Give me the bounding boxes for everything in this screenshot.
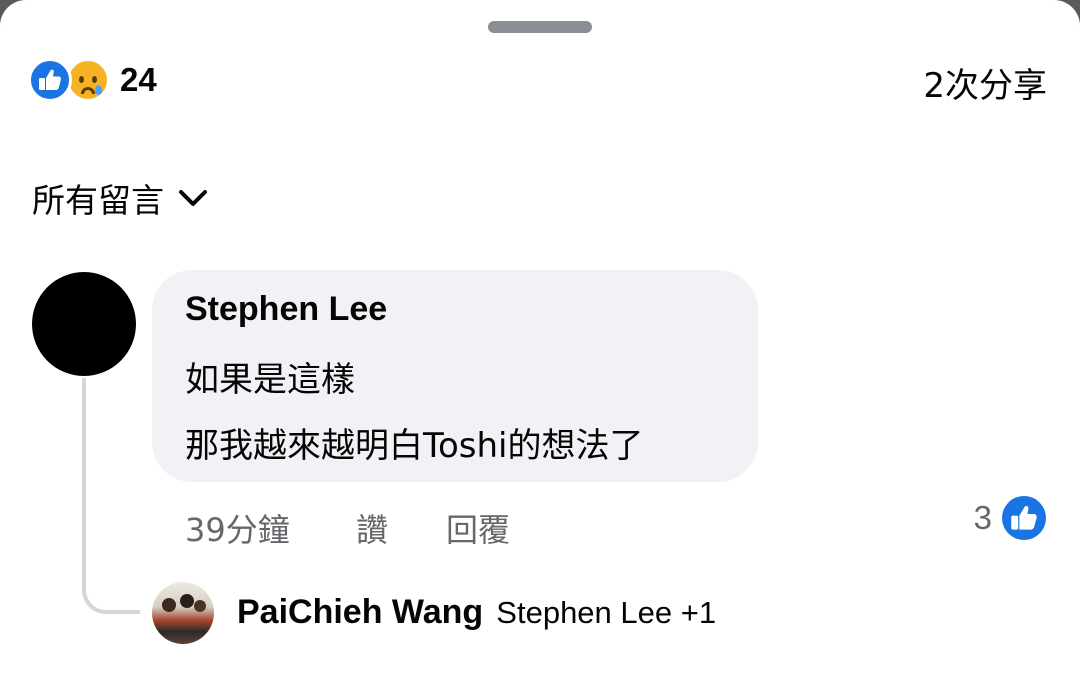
comment-filter-label: 所有留言 — [32, 181, 164, 220]
drag-handle[interactable] — [488, 21, 592, 33]
share-count[interactable]: 2次分享 — [923, 58, 1047, 107]
reply-author-avatar[interactable] — [152, 582, 214, 644]
like-button[interactable]: 讚 — [356, 505, 388, 551]
reaction-count: 24 — [120, 61, 157, 98]
like-icon — [1002, 496, 1046, 540]
sad-reaction-icon — [66, 58, 110, 102]
commenter-avatar[interactable] — [32, 272, 136, 376]
reply-preview-text: Stephen Lee +1 — [496, 595, 717, 630]
reactions-summary[interactable]: 24 — [28, 57, 157, 103]
reply-preview-row[interactable]: PaiChieh Wang Stephen Lee +1 — [237, 593, 716, 632]
comment-author[interactable]: Stephen Lee — [185, 290, 387, 329]
comments-sheet: 24 2次分享 所有留言 Stephen Lee 如果是這樣 那我越來越明白To… — [0, 0, 1080, 680]
comment-bubble[interactable]: Stephen Lee 如果是這樣 那我越來越明白Toshi的想法了 — [152, 270, 758, 482]
comment-like-number: 3 — [973, 499, 992, 536]
comment-like-count[interactable]: 3 — [974, 496, 1046, 540]
comment-timestamp: 39分鐘 — [185, 511, 290, 549]
comment-text-line: 那我越來越明白Toshi的想法了 — [185, 426, 644, 466]
chevron-down-icon — [179, 190, 207, 206]
comment-filter[interactable]: 所有留言 — [32, 174, 210, 222]
thread-connector — [82, 378, 140, 614]
comment-text-line: 如果是這樣 — [185, 360, 355, 400]
like-reaction-icon — [28, 58, 72, 102]
reply-author: PaiChieh Wang — [237, 593, 484, 631]
reply-button[interactable]: 回覆 — [446, 505, 510, 551]
